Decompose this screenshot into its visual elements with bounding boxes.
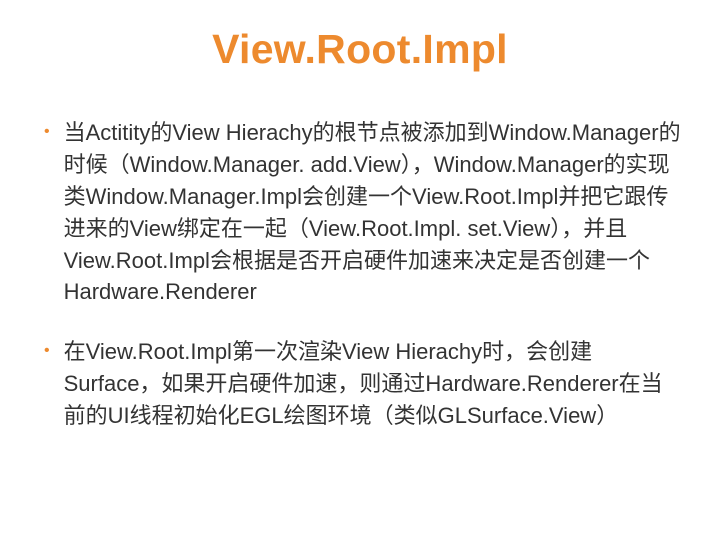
bullet-icon: • (44, 123, 50, 141)
list-item: • 当Actitity的View Hierachy的根节点被添加到Window.… (38, 117, 682, 308)
list-item: • 在View.Root.Impl第一次渲染View Hierachy时，会创建… (38, 336, 682, 432)
slide-container: View.Root.Impl • 当Actitity的View Hierachy… (0, 0, 720, 540)
bullet-text: 在View.Root.Impl第一次渲染View Hierachy时，会创建Su… (64, 336, 682, 432)
bullet-text: 当Actitity的View Hierachy的根节点被添加到Window.Ma… (64, 117, 682, 308)
bullet-icon: • (44, 342, 50, 360)
slide-title: View.Root.Impl (38, 26, 682, 73)
bullet-list: • 当Actitity的View Hierachy的根节点被添加到Window.… (38, 117, 682, 432)
